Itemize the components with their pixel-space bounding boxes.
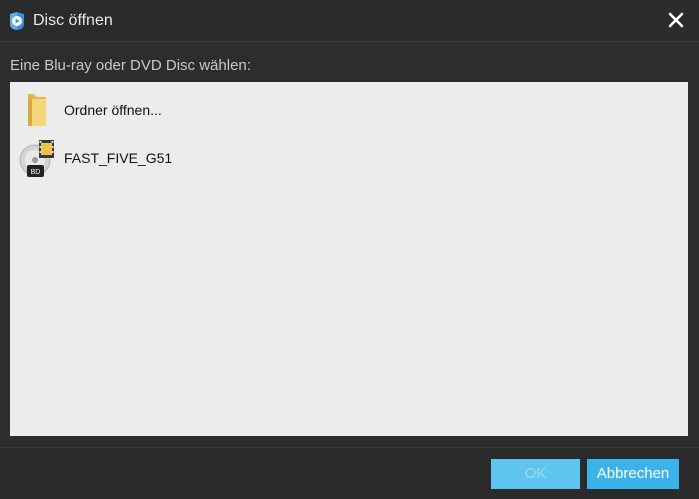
bd-badge: BD	[31, 169, 41, 176]
window-title: Disc öffnen	[33, 12, 113, 29]
list-item-disc[interactable]: BD FAST_FIVE_G51	[16, 134, 682, 178]
folder-icon	[18, 90, 58, 130]
bluray-disc-icon: BD	[18, 138, 58, 178]
disc-list[interactable]: Ordner öffnen... BD FAST_FIVE_G51	[10, 82, 688, 436]
title-bar: Disc öffnen	[0, 0, 699, 42]
blu-ray-player-icon	[7, 11, 27, 31]
list-item-open-folder[interactable]: Ordner öffnen...	[16, 86, 682, 130]
close-icon[interactable]	[665, 9, 687, 31]
ok-button[interactable]: OK	[491, 459, 580, 489]
list-item-label: FAST_FIVE_G51	[64, 150, 173, 166]
cancel-button[interactable]: Abbrechen	[587, 459, 679, 489]
dialog-footer: OK Abbrechen	[0, 447, 699, 499]
list-item-label: Ordner öffnen...	[64, 102, 162, 118]
open-disc-dialog: Disc öffnen Eine Blu-ray oder DVD Disc w…	[0, 0, 699, 499]
prompt-label: Eine Blu-ray oder DVD Disc wählen:	[10, 57, 251, 74]
